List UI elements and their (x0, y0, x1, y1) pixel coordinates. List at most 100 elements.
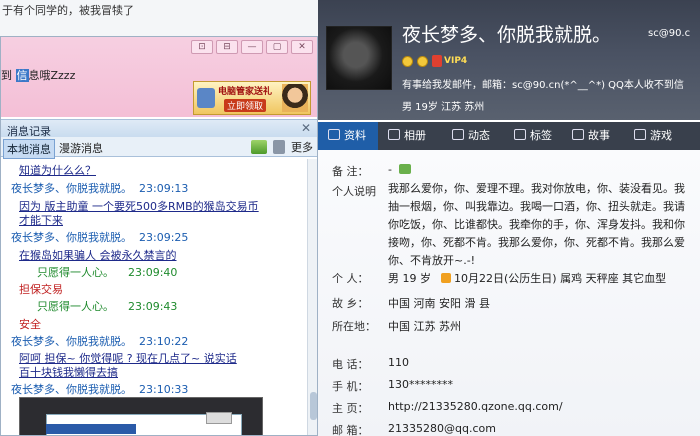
location-label: 所在地： (332, 320, 376, 333)
export-icon[interactable] (251, 140, 267, 154)
message-text: 安全 (19, 318, 41, 331)
phone-value: 110 (388, 356, 409, 369)
hometown-label: 故 乡： (332, 297, 369, 310)
about-label: 个人说明 (332, 185, 376, 198)
profile-signature: 有事给我发邮件，邮箱：sc@90.cn(*^__^*) QQ本人收不到信 (402, 80, 684, 91)
profile-email-partial: sc@90.c (648, 28, 691, 39)
feed-icon (452, 129, 464, 140)
message-list: 知道为什么么？ 夜长梦多、你脱我就脱。 23:09:13 因为 版主助童 一个要… (1, 159, 307, 435)
message-time: 23:09:40 (128, 266, 178, 279)
tab-tags[interactable]: 标签 (514, 122, 552, 150)
message-header: 夜长梦多、你脱我就脱。 23:10:33 (11, 381, 188, 397)
screenshot-thumbnail[interactable] (19, 397, 263, 435)
chat-input-prefix: 到 (1, 69, 16, 82)
profile-header: 夜长梦多、你脱我就脱。 sc@90.c VIP4 有事给我发邮件，邮箱：sc@9… (318, 0, 700, 120)
message-header: 夜长梦多、你脱我就脱。 23:10:22 (11, 333, 188, 349)
tab-profile[interactable]: 资料 (318, 122, 378, 150)
tab-album[interactable]: 相册 (388, 122, 426, 150)
thumbnail-dropdown (46, 424, 136, 434)
message-text: 百十块钱我懒得去搞 (19, 366, 118, 379)
message-header: 只愿得一人心。 23:09:40 (37, 264, 177, 280)
note-label: 备 注： (332, 165, 369, 178)
background-window-text: 于有个同学的，被我冒犊了 (2, 4, 134, 17)
avatar[interactable] (326, 26, 392, 90)
note-value: - (388, 163, 411, 176)
tab-local-messages[interactable]: 本地消息 (3, 139, 55, 159)
mobile-label: 手 机： (332, 380, 369, 393)
sender-name: 夜长梦多、你脱我就脱。 (11, 335, 132, 348)
message-header: 夜长梦多、你脱我就脱。 23:09:25 (11, 229, 188, 245)
shield-icon (197, 88, 215, 108)
status-smile-icon (402, 56, 413, 67)
window-pin-button[interactable]: ⊟ (216, 40, 238, 54)
location-value: 中国 江苏 苏州 (388, 320, 461, 333)
window-buttons: ⊡ ⊟ — ▢ ✕ (191, 40, 313, 54)
homepage-label: 主 页： (332, 402, 369, 415)
message-text: 担保交易 (19, 283, 63, 296)
album-icon (388, 129, 400, 140)
history-tools: 更多 (251, 139, 313, 155)
game-icon (634, 129, 646, 140)
ad-claim-button[interactable]: 立即领取 (224, 99, 267, 112)
message-time: 23:10:22 (139, 335, 189, 348)
minimize-button[interactable]: — (241, 40, 263, 54)
chat-window: ⊡ ⊟ — ▢ ✕ 到 信息哦Zzzz 电脑管家送礼 立即领取 消息记录 ✕ 本… (0, 36, 318, 436)
bookmark-icon (514, 129, 526, 140)
message-time: 23:10:33 (139, 383, 189, 396)
hometown-value: 中国 河南 安阳 滑 县 (388, 297, 490, 310)
history-tabs: 本地消息 漫游消息 更多 (1, 137, 317, 159)
profile-tabs: 资料 相册 动态 标签 故事 游戏 (318, 122, 700, 150)
tab-roaming-messages[interactable]: 漫游消息 (59, 140, 103, 156)
thumbnail-button (206, 412, 232, 424)
chat-input-suffix: 息哦Zzzz (28, 69, 76, 82)
chat-header: ⊡ ⊟ — ▢ ✕ 到 信息哦Zzzz 电脑管家送礼 立即领取 (1, 37, 317, 117)
email-value[interactable]: 21335280@qq.com (388, 422, 496, 435)
profile-basic-info: 男 19岁 江苏 苏州 (402, 102, 485, 113)
tab-games[interactable]: 游戏 (634, 122, 672, 150)
sender-name: 夜长梦多、你脱我就脱。 (11, 383, 132, 396)
chat-input-selection: 信 (15, 69, 29, 82)
birthday-cake-icon (441, 273, 451, 283)
about-text: 我那么爱你，你、爱理不理。我对你放电，你、装没看见。我抽一根烟，你、叫我靠边。我… (388, 182, 685, 267)
speaker-icon[interactable] (273, 140, 285, 154)
sender-name: 只愿得一人心。 (37, 300, 114, 313)
scrollbar-thumb[interactable] (310, 392, 317, 420)
close-button[interactable]: ✕ (291, 40, 313, 54)
tab-feed[interactable]: 动态 (452, 122, 490, 150)
more-button[interactable]: 更多 (291, 139, 313, 155)
message-time: 23:09:43 (128, 300, 178, 313)
tab-story[interactable]: 故事 (572, 122, 610, 150)
maximize-button[interactable]: ▢ (266, 40, 288, 54)
message-text: 知道为什么么？ (19, 164, 96, 177)
vip-icon (432, 55, 442, 67)
vip-badge: VIP4 (444, 56, 468, 66)
message-text: 才能下来 (19, 214, 63, 227)
message-time: 23:09:25 (139, 231, 189, 244)
sender-name: 夜长梦多、你脱我就脱。 (11, 231, 132, 244)
ad-title: 电脑管家送礼 (218, 87, 273, 97)
window-option-button[interactable]: ⊡ (191, 40, 213, 54)
edit-note-icon[interactable] (398, 164, 411, 174)
person-label: 个 人： (332, 272, 369, 285)
signal-icon (572, 129, 584, 140)
homepage-link[interactable]: http://21335280.qzone.qq.com/ (388, 400, 563, 413)
background-window: 于有个同学的，被我冒犊了 (0, 0, 318, 38)
history-scrollbar[interactable] (307, 159, 317, 435)
person-value: 男 19 岁 10月22日(公历生日) 属鸡 天秤座 其它血型 (388, 272, 667, 285)
status-smile-icon (417, 56, 428, 67)
history-close-icon[interactable]: ✕ (301, 121, 311, 135)
ad-character-image (282, 84, 308, 112)
profile-nickname: 夜长梦多、你脱我就脱。 (402, 24, 612, 46)
history-titlebar: 消息记录 ✕ (1, 119, 317, 138)
message-text: 在猴岛如果骗人 会被永久禁言的 (19, 249, 177, 262)
sender-name: 夜长梦多、你脱我就脱。 (11, 182, 132, 195)
message-header: 夜长梦多、你脱我就脱。 23:09:13 (11, 180, 188, 196)
profile-details: 备 注： - 个人说明 我那么爱你，你、爱理不理。我对你放电，你、装没看见。我抽… (318, 150, 700, 436)
mobile-value: 130******** (388, 378, 453, 391)
email-label: 邮 箱： (332, 424, 369, 436)
ad-banner[interactable]: 电脑管家送礼 立即领取 (193, 81, 311, 115)
screen: 于有个同学的，被我冒犊了 ⊡ ⊟ — ▢ ✕ 到 信息哦Zzzz 电脑管家送礼 … (0, 0, 700, 436)
profile-card-icon (328, 129, 340, 140)
chat-input-area[interactable]: 到 信息哦Zzzz (1, 67, 75, 83)
message-header: 只愿得一人心。 23:09:43 (37, 298, 177, 314)
